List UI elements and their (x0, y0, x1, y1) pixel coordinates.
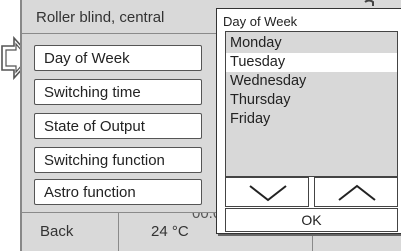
menu-button-switching-function[interactable]: Switching function (34, 147, 202, 173)
chevron-up-icon (338, 184, 376, 201)
menu-button-astro-function[interactable]: Astro function (34, 179, 202, 205)
list-item-monday[interactable]: Monday (226, 34, 397, 53)
menu-button-label: Switching function (44, 152, 165, 169)
dialog-title: Day of Week (223, 14, 298, 29)
list-item-wednesday[interactable]: Wednesday (226, 72, 397, 91)
menu-button-state-of-output[interactable]: State of Output (34, 113, 202, 139)
menu-button-label: Astro function (44, 184, 136, 201)
back-button[interactable]: Back (22, 213, 118, 251)
menu-button-label: State of Output (44, 118, 145, 135)
page-title: Roller blind, central (36, 9, 165, 26)
list-item-friday[interactable]: Friday (226, 110, 397, 129)
list-item-tuesday[interactable]: Tuesday (226, 53, 397, 72)
back-button-label: Back (40, 223, 74, 240)
menu-button-label: Day of Week (44, 50, 130, 67)
scroll-up-button[interactable] (314, 177, 398, 207)
day-list[interactable]: Monday Tuesday Wednesday Thursday Friday (225, 31, 398, 177)
temperature-value: 24 °C (151, 223, 189, 240)
menu-button-label: Switching time (44, 84, 141, 101)
device-screen: Roller blind, central Day of Week Switch… (20, 0, 401, 251)
list-item-thursday[interactable]: Thursday (226, 91, 397, 110)
day-of-week-dialog: Day of Week Monday Tuesday Wednesday Thu… (216, 8, 401, 234)
scroll-down-button[interactable] (225, 177, 309, 207)
ok-button-label: OK (301, 212, 322, 228)
menu-button-day-of-week[interactable]: Day of Week (34, 45, 202, 71)
ok-button[interactable]: OK (225, 208, 398, 232)
menu-button-switching-time[interactable]: Switching time (34, 79, 202, 105)
chevron-down-icon (249, 185, 287, 202)
